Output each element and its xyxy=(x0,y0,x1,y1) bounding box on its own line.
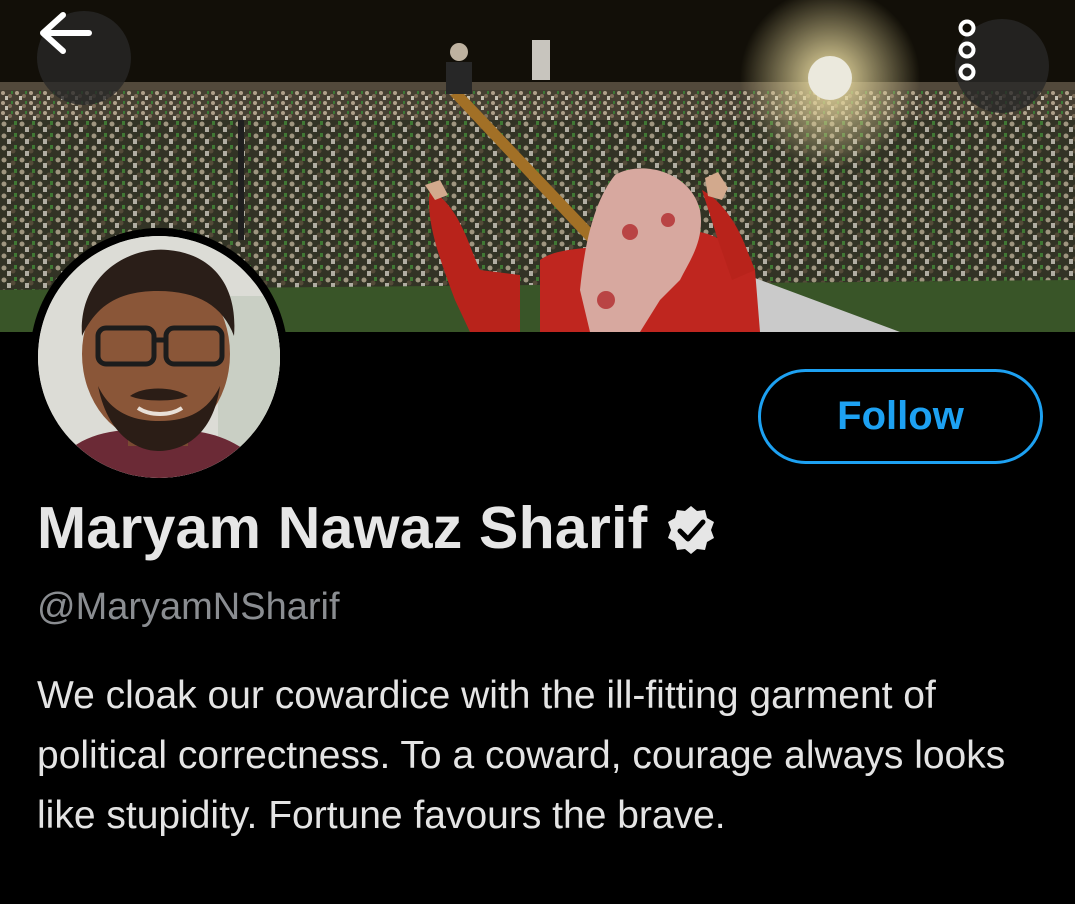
more-vertical-icon xyxy=(958,19,976,81)
back-button[interactable] xyxy=(37,11,131,105)
display-name-row: Maryam Nawaz Sharif xyxy=(37,492,717,564)
profile-avatar[interactable] xyxy=(30,228,288,486)
avatar-image xyxy=(38,236,280,478)
follow-button[interactable]: Follow xyxy=(758,369,1043,464)
display-name: Maryam Nawaz Sharif xyxy=(37,495,648,561)
more-options-button[interactable] xyxy=(955,19,1049,113)
arrow-left-icon xyxy=(40,12,92,54)
verified-badge-icon xyxy=(668,506,715,554)
profile-bio: We cloak our cowardice with the ill-fitt… xyxy=(37,674,1006,837)
user-handle: @MaryamNSharif xyxy=(37,586,340,628)
